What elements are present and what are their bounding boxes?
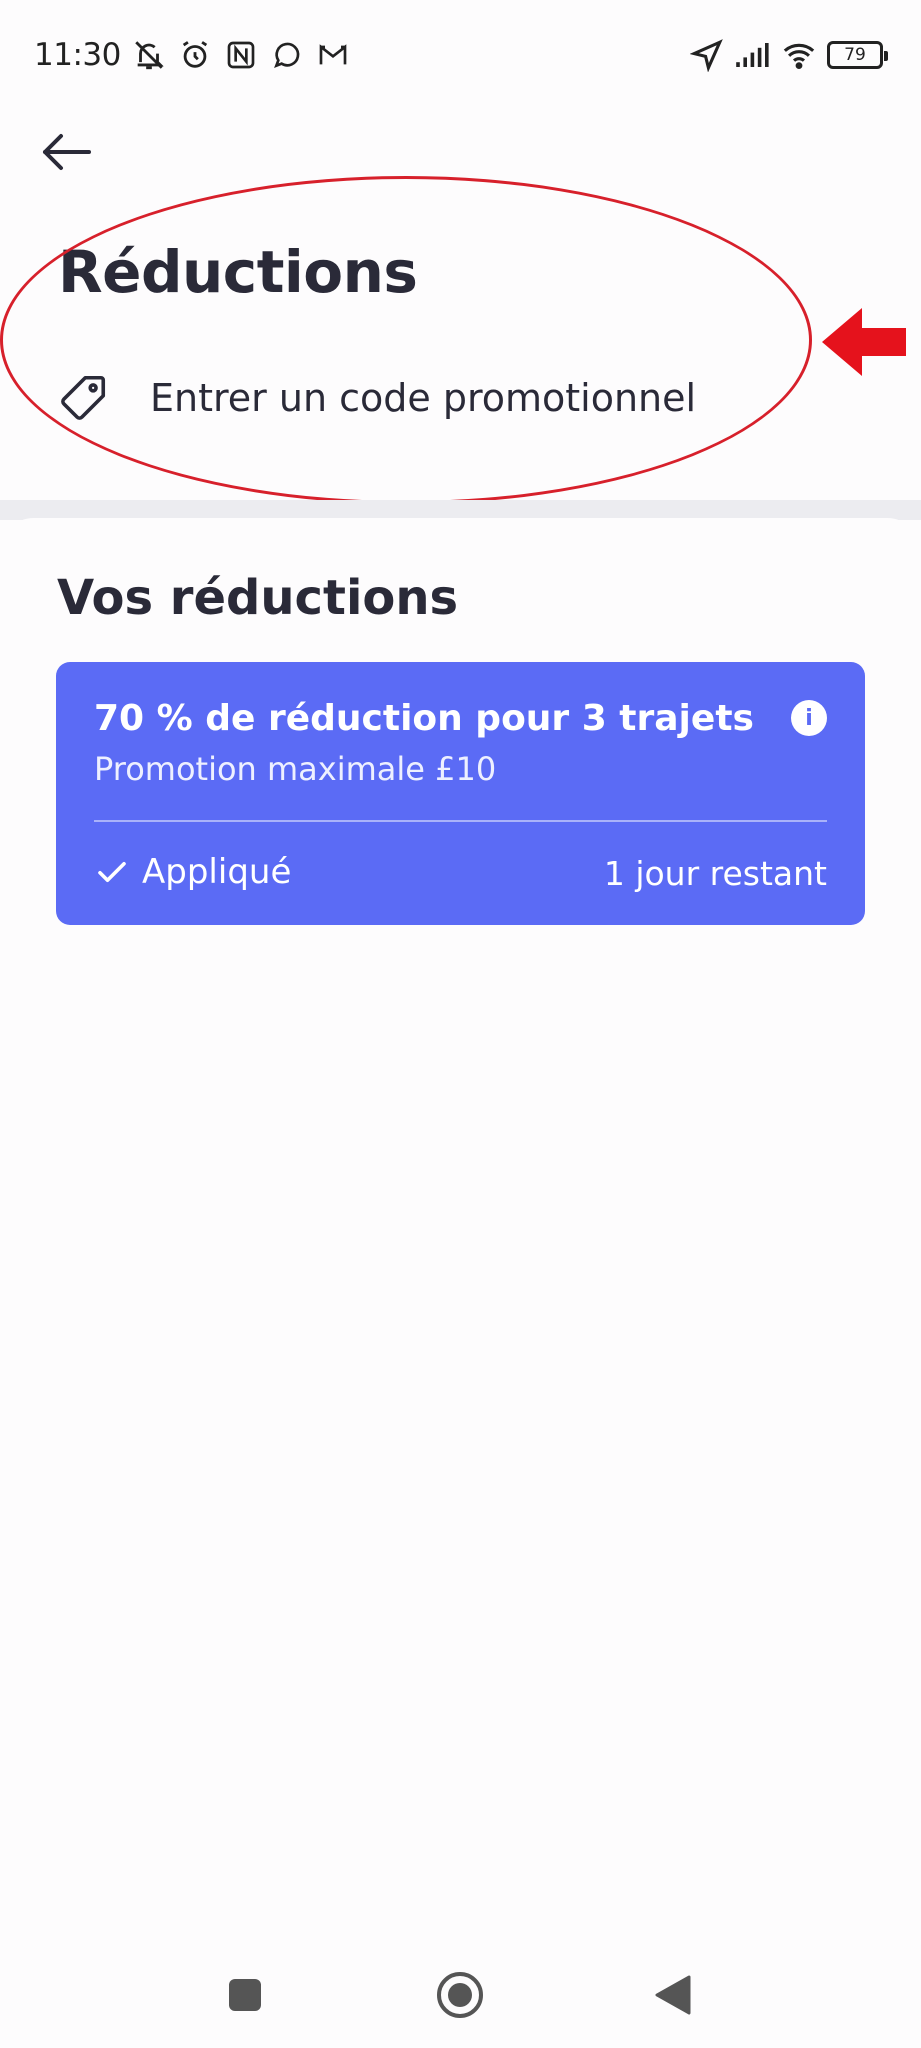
section-separator: [0, 500, 921, 520]
muted-icon: [131, 37, 167, 73]
status-label: Appliqué: [142, 852, 292, 892]
nav-back-button[interactable]: [648, 1970, 698, 2020]
battery-icon: 79: [827, 41, 888, 69]
status-applied: Appliqué: [94, 852, 291, 892]
recents-icon: [229, 1979, 261, 2011]
wifi-icon: [781, 37, 817, 73]
info-icon[interactable]: i: [791, 700, 827, 736]
home-icon: [437, 1972, 483, 2018]
recents-button[interactable]: [220, 1970, 270, 2020]
promo-code-button[interactable]: Entrer un code promotionnel: [56, 360, 816, 436]
status-time: 11:30: [34, 37, 121, 73]
back-icon: [655, 1975, 691, 2015]
whatsapp-icon: [269, 37, 305, 73]
signal-icon: [735, 37, 771, 73]
status-bar: 11:30 79: [0, 0, 921, 110]
location-icon: [689, 37, 725, 73]
nfc-icon: [223, 37, 259, 73]
status-left: 11:30: [34, 37, 351, 73]
page-title: Réductions: [58, 238, 418, 306]
annotation-arrow-icon: [822, 308, 906, 376]
discount-title: 70 % de réduction pour 3 trajets: [94, 698, 754, 739]
section-title: Vos réductions: [57, 570, 459, 626]
alarm-icon: [177, 37, 213, 73]
remaining-time: 1 jour restant: [603, 854, 827, 893]
back-button[interactable]: [34, 120, 98, 184]
status-right: 79: [689, 37, 888, 73]
arrow-left-icon: [43, 134, 91, 170]
promo-code-label: Entrer un code promotionnel: [150, 376, 697, 420]
discount-divider: [94, 820, 827, 822]
gmail-icon: [315, 37, 351, 73]
home-button[interactable]: [435, 1970, 485, 2020]
check-icon: [98, 861, 126, 883]
discount-subtitle: Promotion maximale £10: [94, 750, 497, 788]
discount-card[interactable]: 70 % de réduction pour 3 trajets Promoti…: [56, 662, 865, 925]
tag-icon: [61, 375, 106, 420]
